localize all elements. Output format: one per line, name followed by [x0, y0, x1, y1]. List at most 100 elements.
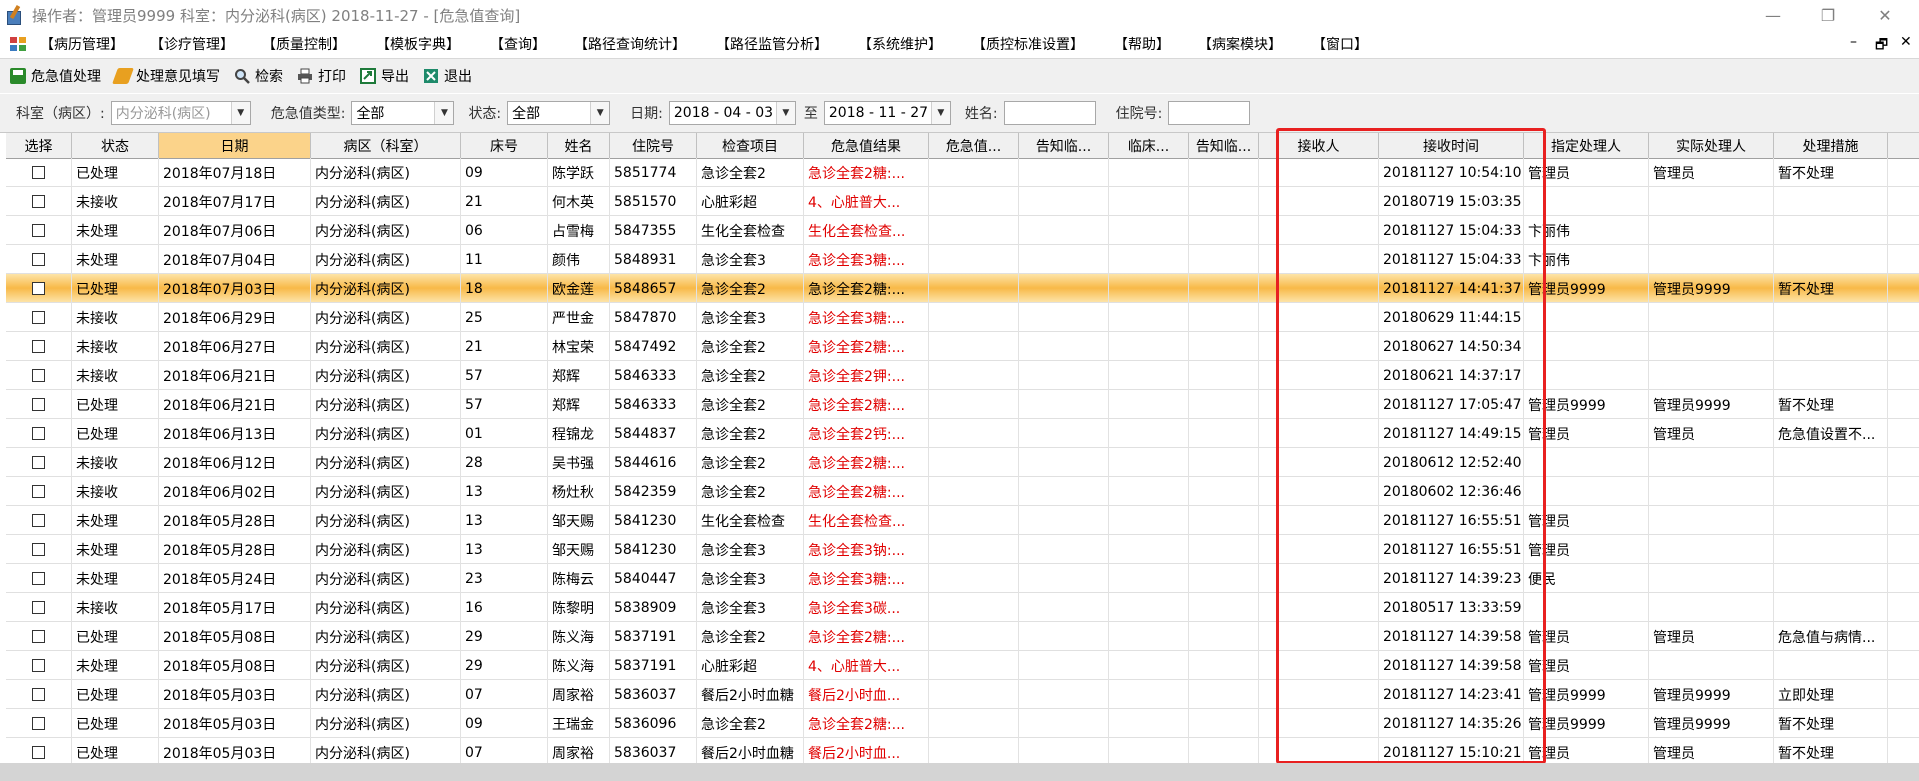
cell-assigned-handler: 管理员: [1524, 419, 1649, 448]
inpatient-no-input[interactable]: [1168, 101, 1251, 125]
table-row[interactable]: 未处理 2018年05月08日 内分泌科(病区) 29 陈义海 5837191 心脏彩超 4、…: [6, 651, 1919, 680]
row-select-checkbox[interactable]: [32, 601, 45, 614]
cell-date: 2018年07月04日: [159, 245, 311, 274]
menu-medical-records[interactable]: 【病历管理】: [36, 34, 128, 54]
menu-qc-standard-settings[interactable]: 【质控标准设置】: [968, 34, 1088, 54]
row-select-checkbox[interactable]: [32, 572, 45, 585]
column-header-critical-value[interactable]: 危急值...: [929, 133, 1019, 158]
column-header-patient-name[interactable]: 姓名: [548, 133, 610, 158]
menu-help[interactable]: 【帮助】: [1110, 34, 1174, 54]
row-select-checkbox[interactable]: [32, 746, 45, 759]
restore-button[interactable]: ❐: [1805, 0, 1851, 30]
column-header-assigned-handler[interactable]: 指定处理人: [1524, 133, 1649, 158]
dept-select[interactable]: 内分泌科(病区) ▼: [110, 101, 251, 125]
row-select-checkbox[interactable]: [32, 456, 45, 469]
row-select-checkbox[interactable]: [32, 688, 45, 701]
cell-inpatient-no: 5841230: [610, 506, 697, 535]
row-select-checkbox[interactable]: [32, 195, 45, 208]
menu-query[interactable]: 【查询】: [486, 34, 550, 54]
column-header-notify-clinic-2[interactable]: 告知临...: [1189, 133, 1259, 158]
cell-actual-handler: 管理员: [1649, 419, 1774, 448]
critical-type-select[interactable]: 全部 ▼: [351, 101, 455, 125]
menu-path-query-stats[interactable]: 【路径查询统计】: [570, 34, 690, 54]
table-row[interactable]: 未接收 2018年07月17日 内分泌科(病区) 21 何木英 5851570 心脏彩超 4、…: [6, 187, 1919, 216]
column-header-notify-clinic[interactable]: 告知临...: [1019, 133, 1109, 158]
critical-process-button[interactable]: 危急值处理: [10, 66, 101, 86]
table-row[interactable]: 未处理 2018年05月28日 内分泌科(病区) 13 邹天赐 5841230 生化全套检查…: [6, 506, 1919, 535]
table-row[interactable]: 未接收 2018年05月17日 内分泌科(病区) 16 陈黎明 5838909 急诊全套3 急…: [6, 593, 1919, 622]
cell-status: 未处理: [72, 216, 159, 245]
print-button[interactable]: 打印: [297, 66, 346, 86]
row-select-checkbox[interactable]: [32, 166, 45, 179]
minimize-button[interactable]: —: [1750, 0, 1796, 30]
cell-critical-result: 急诊全套2糖:...: [804, 332, 929, 361]
cell-receiver: [1259, 448, 1379, 477]
menu-system-maintenance[interactable]: 【系统维护】: [854, 34, 946, 54]
fill-opinion-button[interactable]: 处理意见填写: [112, 66, 220, 86]
row-select-checkbox[interactable]: [32, 427, 45, 440]
date-from-picker[interactable]: 2018 - 04 - 03 ▼: [668, 101, 796, 125]
table-row[interactable]: 已处理 2018年05月08日 内分泌科(病区) 29 陈义海 5837191 急诊全套2 急…: [6, 622, 1919, 651]
column-header-clinic[interactable]: 临床...: [1109, 133, 1189, 158]
column-header-status[interactable]: 状态: [72, 133, 159, 158]
row-select-checkbox[interactable]: [32, 282, 45, 295]
cell-status: 未处理: [72, 535, 159, 564]
table-row[interactable]: 已处理 2018年06月13日 内分泌科(病区) 01 程锦龙 5844837 急诊全套2 急…: [6, 419, 1919, 448]
table-row[interactable]: 未接收 2018年06月21日 内分泌科(病区) 57 郑辉 5846333 急诊全套2 急诊…: [6, 361, 1919, 390]
table-row[interactable]: 未接收 2018年06月12日 内分泌科(病区) 28 吴书强 5844616 急诊全套2 急…: [6, 448, 1919, 477]
row-select-checkbox[interactable]: [32, 717, 45, 730]
mdi-restore-button[interactable]: 🗗: [1875, 34, 1888, 58]
column-header-ward[interactable]: 病区（科室）: [311, 133, 461, 158]
row-select-checkbox[interactable]: [32, 311, 45, 324]
name-input[interactable]: [1003, 101, 1096, 125]
table-row[interactable]: 已处理 2018年07月18日 内分泌科(病区) 09 陈学跃 5851774 急诊全套2 急…: [6, 158, 1919, 187]
cell-inpatient-no: 5847355: [610, 216, 697, 245]
row-select-checkbox[interactable]: [32, 485, 45, 498]
column-header-measure[interactable]: 处理措施: [1774, 133, 1888, 158]
row-select-checkbox[interactable]: [32, 543, 45, 556]
menu-case-module[interactable]: 【病案模块】: [1194, 34, 1286, 54]
column-header-bed-no[interactable]: 床号: [461, 133, 548, 158]
menu-window[interactable]: 【窗口】: [1308, 34, 1372, 54]
table-row[interactable]: 未接收 2018年06月27日 内分泌科(病区) 21 林宝荣 5847492 急诊全套2 急…: [6, 332, 1919, 361]
table-row[interactable]: 未接收 2018年06月29日 内分泌科(病区) 25 严世金 5847870 急诊全套3 急…: [6, 303, 1919, 332]
export-button[interactable]: 导出: [360, 66, 409, 86]
row-select-checkbox[interactable]: [32, 398, 45, 411]
menu-template-dictionary[interactable]: 【模板字典】: [372, 34, 464, 54]
search-button[interactable]: 检索: [234, 66, 283, 86]
menu-quality-control[interactable]: 【质量控制】: [258, 34, 350, 54]
table-row[interactable]: 未处理 2018年07月06日 内分泌科(病区) 06 占雪梅 5847355 生化全套检查…: [6, 216, 1919, 245]
column-header-critical-result[interactable]: 危急值结果: [804, 133, 929, 158]
column-header-date[interactable]: 日期: [159, 133, 311, 158]
column-header-receiver[interactable]: 接收人: [1259, 133, 1379, 158]
menu-treatment[interactable]: 【诊疗管理】: [146, 34, 238, 54]
exit-button[interactable]: 退出: [423, 66, 472, 86]
table-row[interactable]: 已处理 2018年06月21日 内分泌科(病区) 57 郑辉 5846333 急诊全套2 急诊…: [6, 390, 1919, 419]
row-select-checkbox[interactable]: [32, 514, 45, 527]
table-row[interactable]: 未处理 2018年05月28日 内分泌科(病区) 13 邹天赐 5841230 急诊全套3 急…: [6, 535, 1919, 564]
table-row[interactable]: 已处理 2018年05月03日 内分泌科(病区) 07 周家裕 5836037 餐后2小时血…: [6, 680, 1919, 709]
table-row[interactable]: 未接收 2018年06月02日 内分泌科(病区) 13 杨灶秋 5842359 急诊全套2 急…: [6, 477, 1919, 506]
column-header-receive-time[interactable]: 接收时间: [1379, 133, 1524, 158]
column-header-exam-item[interactable]: 检查项目: [697, 133, 804, 158]
status-select[interactable]: 全部 ▼: [507, 101, 611, 125]
row-select-checkbox[interactable]: [32, 340, 45, 353]
row-select-checkbox[interactable]: [32, 659, 45, 672]
mdi-close-button[interactable]: ✕: [1900, 34, 1912, 50]
close-button[interactable]: ✕: [1862, 0, 1908, 30]
row-select-checkbox[interactable]: [32, 224, 45, 237]
table-row[interactable]: 未处理 2018年05月24日 内分泌科(病区) 23 陈梅云 5840447 急诊全套3 急…: [6, 564, 1919, 593]
column-header-inpatient-no[interactable]: 住院号: [610, 133, 697, 158]
table-row[interactable]: 未处理 2018年07月04日 内分泌科(病区) 11 颜伟 5848931 急诊全套3 急诊…: [6, 245, 1919, 274]
table-row[interactable]: 已处理 2018年05月03日 内分泌科(病区) 09 王瑞金 5836096 急诊全套2 急…: [6, 709, 1919, 738]
column-header-select[interactable]: 选择: [6, 133, 72, 158]
row-select-checkbox[interactable]: [32, 630, 45, 643]
date-to-picker[interactable]: 2018 - 11 - 27 ▼: [823, 101, 951, 125]
menu-path-supervision[interactable]: 【路径监管分析】: [712, 34, 832, 54]
row-select-checkbox[interactable]: [32, 369, 45, 382]
table-row[interactable]: 已处理 2018年07月03日 内分泌科(病区) 18 欧金莲 5848657 急诊全套2 急…: [6, 274, 1919, 303]
mdi-minimize-button[interactable]: –: [1850, 34, 1857, 50]
row-select-checkbox[interactable]: [32, 253, 45, 266]
cell-clinic: [1109, 535, 1189, 564]
column-header-actual-handler[interactable]: 实际处理人: [1649, 133, 1774, 158]
